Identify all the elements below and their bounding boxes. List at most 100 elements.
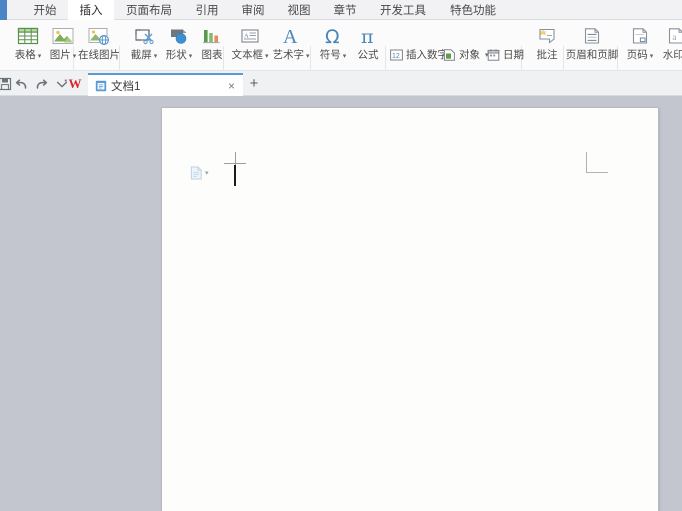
ribbon-button-label: 在线图片 <box>78 49 120 61</box>
tab-page-layout[interactable]: 页面布局 <box>114 0 184 20</box>
date-icon <box>487 48 500 61</box>
header-footer-icon <box>580 23 604 48</box>
tab-label: 审阅 <box>241 5 265 17</box>
tab-references[interactable]: 引用 <box>184 0 230 20</box>
omega-icon: Ω <box>321 23 345 48</box>
insert-wordart-button[interactable]: A 艺术字 ▾ <box>268 23 314 63</box>
comment-icon <box>535 23 559 48</box>
ribbon-button-label: 图表 <box>201 49 223 61</box>
chevron-down-icon: ▾ <box>342 53 347 60</box>
ribbon-button-label: 形状 <box>165 49 187 61</box>
insert-comment-button[interactable]: 批注 <box>527 23 567 62</box>
tab-section[interactable]: 章节 <box>322 0 368 20</box>
wordart-icon: A <box>279 23 303 48</box>
insert-textbox-button[interactable]: A 文本框 ▾ <box>226 23 274 63</box>
document-workspace[interactable]: ▾ <box>0 96 682 511</box>
ribbon-button-label: 页眉和页脚 <box>565 49 619 61</box>
margin-mark-top-right-vertical <box>586 152 587 173</box>
text-cursor <box>234 165 236 186</box>
save-icon[interactable] <box>0 75 13 92</box>
screenshot-button[interactable]: 截屏 ▾ <box>124 23 164 63</box>
ribbon-button-label: 插入数字 <box>406 49 448 61</box>
app-menu-chip[interactable] <box>0 0 7 20</box>
watermark-button[interactable]: a 水印▾ <box>656 23 682 63</box>
table-icon <box>17 23 39 48</box>
shape-icon <box>167 23 191 48</box>
svg-text:A: A <box>283 26 298 47</box>
watermark-icon: a <box>664 23 682 48</box>
tab-label: 页面布局 <box>126 5 172 17</box>
svg-text:Ω: Ω <box>325 26 340 47</box>
tab-label: 插入 <box>79 5 103 17</box>
ribbon-button-label: 公式 <box>357 49 379 61</box>
chart-icon <box>200 23 224 48</box>
tab-insert[interactable]: 插入 <box>68 0 114 20</box>
margin-mark-top-left-horizontal <box>224 163 246 164</box>
picture-icon <box>51 23 75 48</box>
tab-review[interactable]: 审阅 <box>230 0 276 20</box>
chevron-down-icon: ▾ <box>305 53 310 60</box>
object-icon <box>443 48 456 61</box>
wps-logo-text: W <box>68 75 82 91</box>
page-number-icon <box>628 23 652 48</box>
insert-formula-button[interactable]: π 公式 <box>348 23 388 62</box>
tab-developer-tools[interactable]: 开发工具 <box>368 0 438 20</box>
ribbon-button-label: 页码 <box>626 49 648 61</box>
insert-online-picture-button[interactable]: 在线图片 <box>76 23 122 62</box>
svg-text:a: a <box>672 31 676 41</box>
margin-mark-top-right-horizontal <box>586 172 608 173</box>
tab-label: 视图 <box>287 5 311 17</box>
insert-object-button[interactable]: 对象 ▾ <box>443 47 489 62</box>
tab-label: 章节 <box>333 5 357 17</box>
close-icon[interactable]: × <box>226 79 237 93</box>
paste-options-icon <box>190 166 203 180</box>
redo-icon[interactable] <box>33 75 50 92</box>
tab-label: 开发工具 <box>380 5 426 17</box>
svg-text:π: π <box>361 26 374 47</box>
document-icon <box>94 79 107 92</box>
ribbon-button-label: 截屏 <box>130 49 152 61</box>
chevron-down-icon: ▾ <box>37 53 42 60</box>
tab-label: 引用 <box>195 5 219 17</box>
document-tab-label: 文档1 <box>111 80 141 93</box>
ribbon-button-label: 水印 <box>662 49 682 61</box>
tab-label: 开始 <box>33 5 57 17</box>
insert-number-button[interactable]: 12 插入数字 <box>390 47 448 62</box>
document-tab-1[interactable]: 文档1 × <box>88 73 243 96</box>
tab-label: 特色功能 <box>450 5 496 17</box>
svg-text:12: 12 <box>392 53 400 60</box>
ribbon-button-label: 图片 <box>49 49 71 61</box>
document-page[interactable]: ▾ <box>162 108 658 511</box>
insert-date-button[interactable]: 日期 <box>487 47 524 62</box>
screenshot-icon <box>132 23 156 48</box>
insert-number-icon: 12 <box>390 48 403 61</box>
document-tabbar: W 文档1 × + <box>0 71 682 96</box>
insert-symbol-button[interactable]: Ω 符号 ▾ <box>313 23 353 63</box>
pi-icon: π <box>356 23 380 48</box>
textbox-icon: A <box>238 23 262 48</box>
tab-start[interactable]: 开始 <box>22 0 68 20</box>
insert-table-button[interactable]: 表格 ▾ <box>8 23 48 63</box>
online-picture-icon <box>87 23 111 48</box>
wps-writer-window: 开始 插入 页面布局 引用 审阅 视图 章节 开发工具 特色功能 表格 ▾ 图片… <box>0 0 682 511</box>
ribbon-button-label: 对象 <box>459 49 480 61</box>
undo-icon[interactable] <box>13 75 30 92</box>
ribbon-button-label: 表格 <box>14 49 36 61</box>
ribbon-tabstrip: 开始 插入 页面布局 引用 审阅 视图 章节 开发工具 特色功能 <box>0 0 682 20</box>
ribbon-button-label: 日期 <box>503 49 524 61</box>
new-document-tab-button[interactable]: + <box>246 75 262 92</box>
tab-view[interactable]: 视图 <box>276 0 322 20</box>
paste-options-button[interactable]: ▾ <box>190 166 209 180</box>
ribbon-button-label: 批注 <box>536 49 558 61</box>
chevron-down-icon: ▾ <box>205 170 209 177</box>
ribbon-button-label: 艺术字 <box>272 49 304 61</box>
chevron-down-icon: ▾ <box>649 53 654 60</box>
chevron-down-icon: ▾ <box>153 53 158 60</box>
ribbon-button-label: 符号 <box>319 49 341 61</box>
svg-text:A: A <box>244 32 249 39</box>
header-footer-button[interactable]: 页眉和页脚 <box>566 23 618 62</box>
page-number-button[interactable]: 页码 ▾ <box>620 23 660 63</box>
tab-special-features[interactable]: 特色功能 <box>438 0 508 20</box>
ribbon-insert-panel: 表格 ▾ 图片 ▾ 在线图片 截屏 ▾ 形状 ▾ 图表 A 文本框 ▾ A 艺术… <box>0 20 682 83</box>
wps-logo[interactable]: W <box>66 75 84 92</box>
